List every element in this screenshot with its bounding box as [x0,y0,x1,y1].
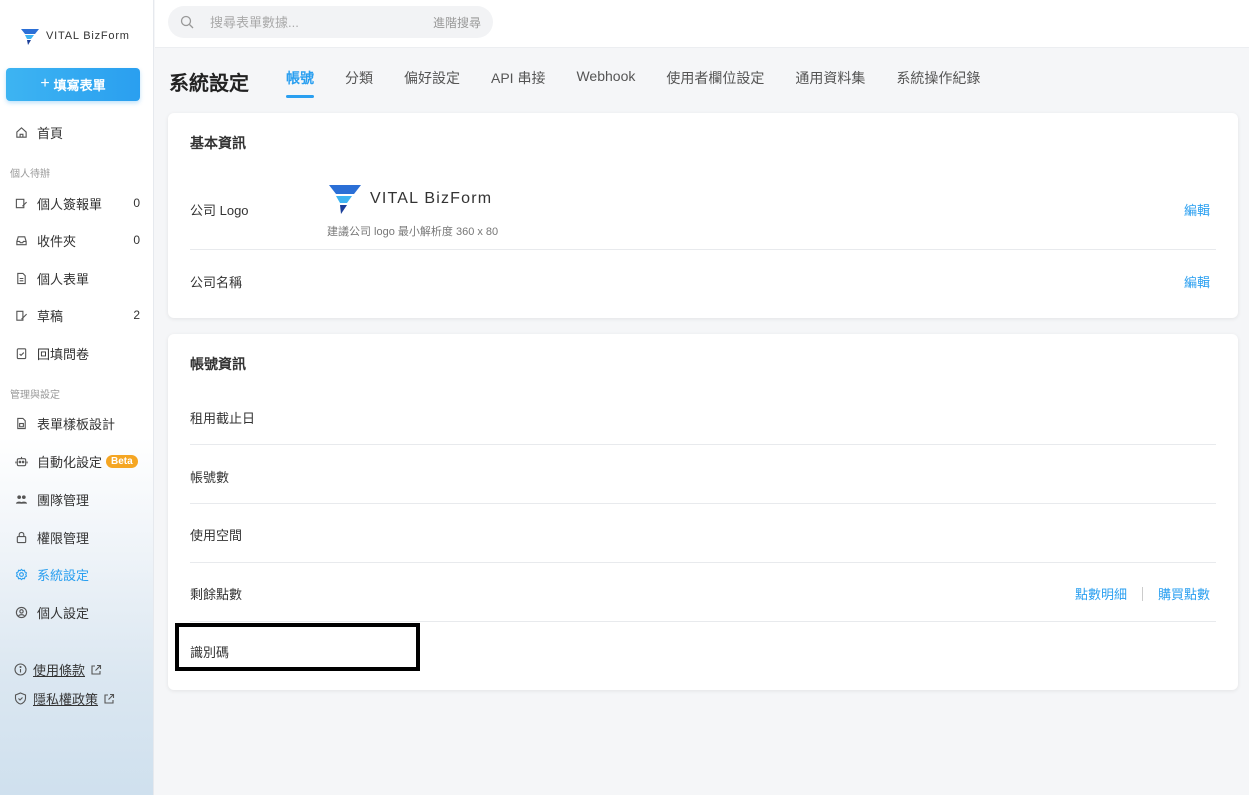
remaining-points-row: 剩餘點數 點數明細 購買點數 [190,563,1216,622]
buy-points-link[interactable]: 購買點數 [1158,584,1210,603]
sidebar-item-label: 權限管理 [37,530,90,546]
search-bar[interactable]: 進階搜尋 [168,6,493,38]
robot-icon [14,454,28,468]
points-actions: 點數明細 購買點數 [1075,584,1210,603]
tab-api[interactable]: API 串接 [491,68,545,94]
document-icon [14,271,28,285]
fill-form-label: 填寫表單 [53,78,106,93]
brand-name: VITAL BizForm [46,30,130,42]
draft-icon [14,308,28,322]
sidebar-item-label: 團隊管理 [37,492,90,508]
user-circle-icon [14,605,28,619]
logo-hint: 建議公司 logo 最小解析度 360 x 80 [327,226,499,238]
tab-user-fields[interactable]: 使用者欄位設定 [666,68,764,94]
advanced-search-link[interactable]: 進階搜尋 [433,14,481,31]
topbar: 進階搜尋 [155,0,1249,48]
item-count: 2 [133,308,140,322]
settings-tabs: 帳號 分類 偏好設定 API 串接 Webhook 使用者欄位設定 通用資料集 … [286,68,1011,98]
search-icon [180,15,194,29]
sidebar: VITAL BizForm + 填寫表單 首頁 個人待辦 個人簽報單 0 收件夾… [0,0,154,795]
vital-logo-icon [329,185,361,214]
terms-label: 使用條款 [33,663,86,678]
plus-icon: + [40,74,50,92]
privacy-link[interactable]: 隱私權政策 [14,689,115,708]
sidebar-item-inbox[interactable]: 收件夾 0 [14,229,140,251]
sidebar-item-label: 草稿 [37,308,64,324]
basic-info-title: 基本資訊 [190,135,246,151]
sidebar-item-survey[interactable]: 回填問卷 [14,342,140,364]
sidebar-item-drafts[interactable]: 草稿 2 [14,304,140,326]
divider [1141,586,1143,601]
company-logo-text: VITAL BizForm [370,190,493,207]
page-title: 系統設定 [169,73,249,95]
tab-operation-logs[interactable]: 系統操作紀錄 [896,68,980,94]
sidebar-item-label: 自動化設定 [37,454,103,470]
template-icon [14,416,28,430]
sidebar-item-team[interactable]: 團隊管理 [14,488,140,510]
item-count: 0 [133,233,140,247]
storage-row: 使用空間 [190,504,1216,563]
company-name-label: 公司名稱 [190,275,243,290]
external-link-icon [90,664,102,676]
account-count-row: 帳號數 [190,445,1216,504]
team-icon [14,492,28,506]
sidebar-item-permissions[interactable]: 權限管理 [14,526,140,548]
tab-categories[interactable]: 分類 [345,68,373,94]
company-logo-preview: VITAL BizForm [328,183,492,215]
sidebar-item-label: 個人表單 [37,271,90,287]
sidebar-item-system-settings[interactable]: 系統設定 [14,563,140,585]
checklist-icon [14,346,28,360]
sidebar-item-label: 收件夾 [37,233,77,249]
vital-logo-icon [21,29,39,45]
tab-common-datasets[interactable]: 通用資料集 [795,68,865,94]
basic-info-card: 基本資訊 公司 Logo 編輯 VITAL BizForm 建議公司 logo … [168,113,1238,318]
account-count-label: 帳號數 [190,470,230,485]
sidebar-item-label: 回填問卷 [37,346,90,362]
sidebar-item-label: 系統設定 [37,567,90,583]
external-link-icon [103,693,115,705]
shield-icon [14,692,27,705]
sidebar-item-personal-forms[interactable]: 個人表單 [14,267,140,289]
brand-logo[interactable]: VITAL BizForm [20,26,130,46]
tab-webhook[interactable]: Webhook [576,68,635,94]
section-personal: 個人待辦 [10,169,50,180]
sidebar-item-personal-settings[interactable]: 個人設定 [14,601,140,623]
sidebar-item-automation[interactable]: 自動化設定 Beta [14,450,140,472]
sidebar-item-label: 個人簽報單 [37,196,103,212]
points-detail-link[interactable]: 點數明細 [1075,584,1127,603]
item-count: 0 [133,196,140,210]
edit-logo-button[interactable]: 編輯 [1184,200,1210,219]
home-icon [14,125,28,139]
edit-company-name-button[interactable]: 編輯 [1184,272,1210,291]
sidebar-item-template-design[interactable]: 表單樣板設計 [14,412,140,434]
storage-label: 使用空間 [190,528,243,543]
company-logo-label: 公司 Logo [190,203,249,218]
section-admin: 管理與設定 [10,390,60,401]
sidebar-item-label: 個人設定 [37,605,90,621]
privacy-label: 隱私權政策 [33,692,99,707]
lease-end-row: 租用截止日 [190,386,1216,445]
sidebar-item-label: 表單樣板設計 [37,416,116,432]
tab-account[interactable]: 帳號 [286,68,314,98]
account-info-title: 帳號資訊 [190,356,246,372]
tab-preferences[interactable]: 偏好設定 [404,68,460,94]
info-icon [14,663,27,676]
sidebar-item-home[interactable]: 首頁 [14,121,140,143]
company-name-row: 公司名稱 編輯 [190,250,1216,318]
lock-icon [14,530,28,544]
remaining-points-label: 剩餘點數 [190,587,243,602]
terms-link[interactable]: 使用條款 [14,660,102,679]
fill-form-button[interactable]: + 填寫表單 [6,68,140,101]
search-input[interactable] [210,14,400,30]
lease-end-label: 租用截止日 [190,411,256,426]
sidebar-item-personal-approval[interactable]: 個人簽報單 0 [14,192,140,214]
edit-document-icon [14,196,28,210]
beta-badge: Beta [106,454,138,468]
inbox-icon [14,233,28,247]
highlight-box [175,623,420,671]
gear-icon [14,567,28,581]
sidebar-item-label: 首頁 [37,125,64,141]
